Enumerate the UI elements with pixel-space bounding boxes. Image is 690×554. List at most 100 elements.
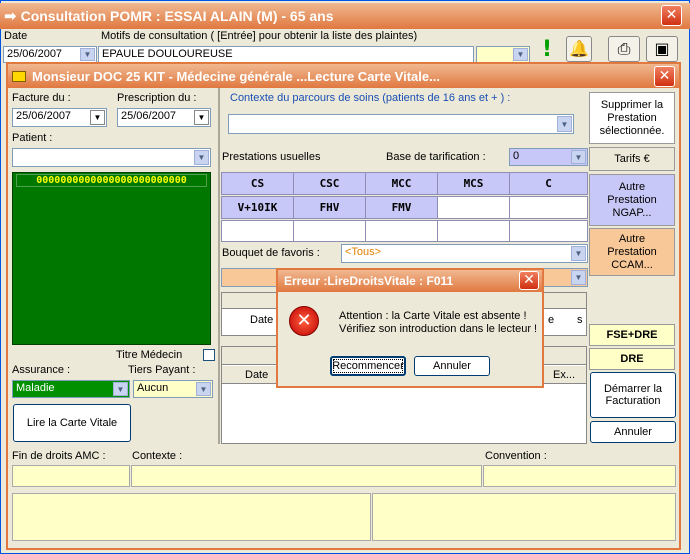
error-icon: ✕	[289, 306, 319, 336]
dre-button[interactable]: DRE	[589, 348, 675, 370]
date-column-header-2: Date	[245, 369, 269, 381]
bottom-notes-field	[12, 493, 371, 541]
date-label: Date	[4, 30, 28, 42]
inner-title-bar: Monsieur DOC 25 KIT - Médecine générale …	[8, 64, 679, 88]
arrow-right-icon: ➡	[4, 7, 17, 25]
inner-close-button[interactable]: ✕	[654, 66, 675, 87]
contexte-parcours-label: Contexte du parcours de soins (patients …	[230, 92, 511, 104]
error-dialog-title-bar: Erreur :LireDroitsVitale : F011	[278, 270, 542, 292]
recommencer-button[interactable]: Recommencer	[330, 356, 406, 376]
act-empty-cell[interactable]	[509, 220, 588, 242]
lire-carte-vitale-button[interactable]: Lire la Carte Vitale	[13, 404, 131, 442]
act-empty-cell[interactable]	[365, 220, 438, 242]
outer-close-button[interactable]: ✕	[661, 5, 682, 26]
facture-label: Facture du :	[12, 92, 71, 104]
chevron-down-icon[interactable]: ▼	[557, 116, 572, 132]
act-empty-cell[interactable]	[293, 220, 366, 242]
prescription-value: 25/06/2007	[121, 110, 177, 122]
fin-droits-amc-label: Fin de droits AMC :	[12, 450, 106, 462]
exclamation-icon[interactable]: !	[537, 37, 557, 62]
chevron-down-icon[interactable]: ▼	[571, 246, 586, 261]
ex-column-header: Ex...	[553, 369, 576, 381]
error-message-line1: Attention : la Carte Vitale est absente …	[339, 310, 527, 322]
act-empty-cell[interactable]	[509, 196, 588, 219]
chevron-down-icon[interactable]: ▼	[513, 48, 528, 61]
motif-field[interactable]: EPAULE DOULOUREUSE	[98, 46, 474, 63]
supprimer-prestation-button[interactable]: Supprimer la Prestation sélectionnée.	[589, 92, 675, 144]
save-disk-icon[interactable]: ▣	[646, 36, 678, 62]
contexte-field	[131, 465, 482, 487]
tarifs-button[interactable]: Tarifs €	[589, 147, 675, 171]
chevron-down-icon[interactable]: ▼	[571, 150, 586, 164]
chevron-down-icon[interactable]: ▼	[196, 382, 211, 396]
act-c-button[interactable]: C	[509, 172, 588, 195]
card-number: 0000000000000000000000000	[16, 174, 207, 187]
act-empty-cell[interactable]	[437, 220, 510, 242]
facture-value: 25/06/2007	[16, 110, 72, 122]
convention-field	[483, 465, 676, 487]
error-dialog-close-button[interactable]: ✕	[519, 271, 539, 290]
dialog-annuler-button[interactable]: Annuler	[414, 356, 490, 376]
contexte-label: Contexte :	[132, 450, 183, 462]
act-v10ik-button[interactable]: V+10IK	[221, 196, 294, 219]
patient-label: Patient :	[12, 132, 53, 144]
assurance-select[interactable]: Maladie ▼	[12, 380, 130, 398]
chevron-down-icon[interactable]: ▼	[80, 48, 95, 61]
chevron-down-icon[interactable]: ▼	[113, 382, 128, 396]
assurance-label: Assurance :	[12, 364, 71, 376]
act-empty-cell[interactable]	[437, 196, 510, 219]
e-column-header: e	[548, 314, 555, 326]
outer-title: Consultation POMR : ESSAI ALAIN (M) - 65…	[20, 8, 334, 24]
assurance-value: Maladie	[16, 382, 55, 394]
bouquet-value: <Tous>	[345, 246, 382, 258]
prescription-date-field[interactable]: 25/06/2007 ▼	[117, 108, 211, 127]
base-tarification-label: Base de tarification :	[386, 151, 486, 163]
chevron-down-icon[interactable]: ▼	[194, 150, 209, 165]
bottom-notes-field-2	[372, 493, 676, 541]
fin-droits-amc-field	[12, 465, 130, 487]
fse-dre-button[interactable]: FSE+DRE	[589, 324, 675, 346]
convention-label: Convention :	[485, 450, 547, 462]
inner-title: Monsieur DOC 25 KIT - Médecine générale …	[32, 68, 440, 84]
act-mcs-button[interactable]: MCS	[437, 172, 510, 195]
bouquet-label: Bouquet de favoris :	[222, 247, 320, 259]
base-tarification-select[interactable]: 0 ▼	[509, 148, 588, 166]
act-fhv-button[interactable]: FHV	[293, 196, 366, 219]
s-column-header: s	[577, 314, 583, 326]
bouquet-select[interactable]: <Tous> ▼	[341, 244, 588, 263]
tiers-payant-label: Tiers Payant :	[128, 364, 196, 376]
act-empty-cell[interactable]	[221, 220, 294, 242]
motifs-label: Motifs de consultation ( [Entrée] pour o…	[101, 30, 418, 42]
demarrer-facturation-button[interactable]: Démarrer la Facturation	[590, 372, 676, 418]
titre-medecin-label: Titre Médecin	[116, 349, 183, 361]
error-dialog-title: Erreur :LireDroitsVitale : F011	[284, 274, 454, 288]
chevron-down-icon[interactable]: ▼	[571, 270, 586, 285]
center-divider	[218, 88, 220, 444]
act-csc-button[interactable]: CSC	[293, 172, 366, 195]
chevron-down-icon[interactable]: ▼	[90, 110, 105, 125]
chevron-down-icon[interactable]: ▼	[194, 110, 209, 125]
tiers-payant-select[interactable]: Aucun ▼	[133, 380, 213, 398]
motif-value: EPAULE DOULOUREUSE	[102, 48, 233, 60]
facture-date-field[interactable]: 25/06/2007 ▼	[12, 108, 107, 127]
autre-prestation-ccam-button[interactable]: Autre Prestation CCAM...	[589, 228, 675, 276]
card-reader-icon	[12, 70, 26, 82]
prescription-label: Prescription du :	[117, 92, 197, 104]
date-column-header: Date	[250, 314, 274, 326]
act-mcc-button[interactable]: MCC	[365, 172, 438, 195]
act-fmv-button[interactable]: FMV	[365, 196, 438, 219]
motif-extra-field[interactable]: ▼	[476, 46, 530, 63]
tiers-payant-value: Aucun	[137, 382, 169, 394]
act-cs-button[interactable]: CS	[221, 172, 294, 195]
annuler-button[interactable]: Annuler	[590, 421, 676, 443]
printer-icon[interactable]: ⎙	[608, 36, 640, 62]
patient-select[interactable]: ▼	[12, 148, 211, 167]
prestations-usuelles-label: Prestations usuelles	[222, 151, 321, 163]
bell-icon[interactable]: 🔔	[566, 36, 592, 62]
contexte-parcours-select[interactable]: ▼	[228, 114, 574, 134]
titre-medecin-checkbox[interactable]	[203, 349, 215, 361]
outer-title-bar: ➡ Consultation POMR : ESSAI ALAIN (M) - …	[0, 3, 690, 29]
consultation-date-field[interactable]: 25/06/2007 ▼	[3, 46, 97, 63]
autre-prestation-ngap-button[interactable]: Autre Prestation NGAP...	[589, 174, 675, 226]
vitale-card-panel	[12, 172, 211, 345]
